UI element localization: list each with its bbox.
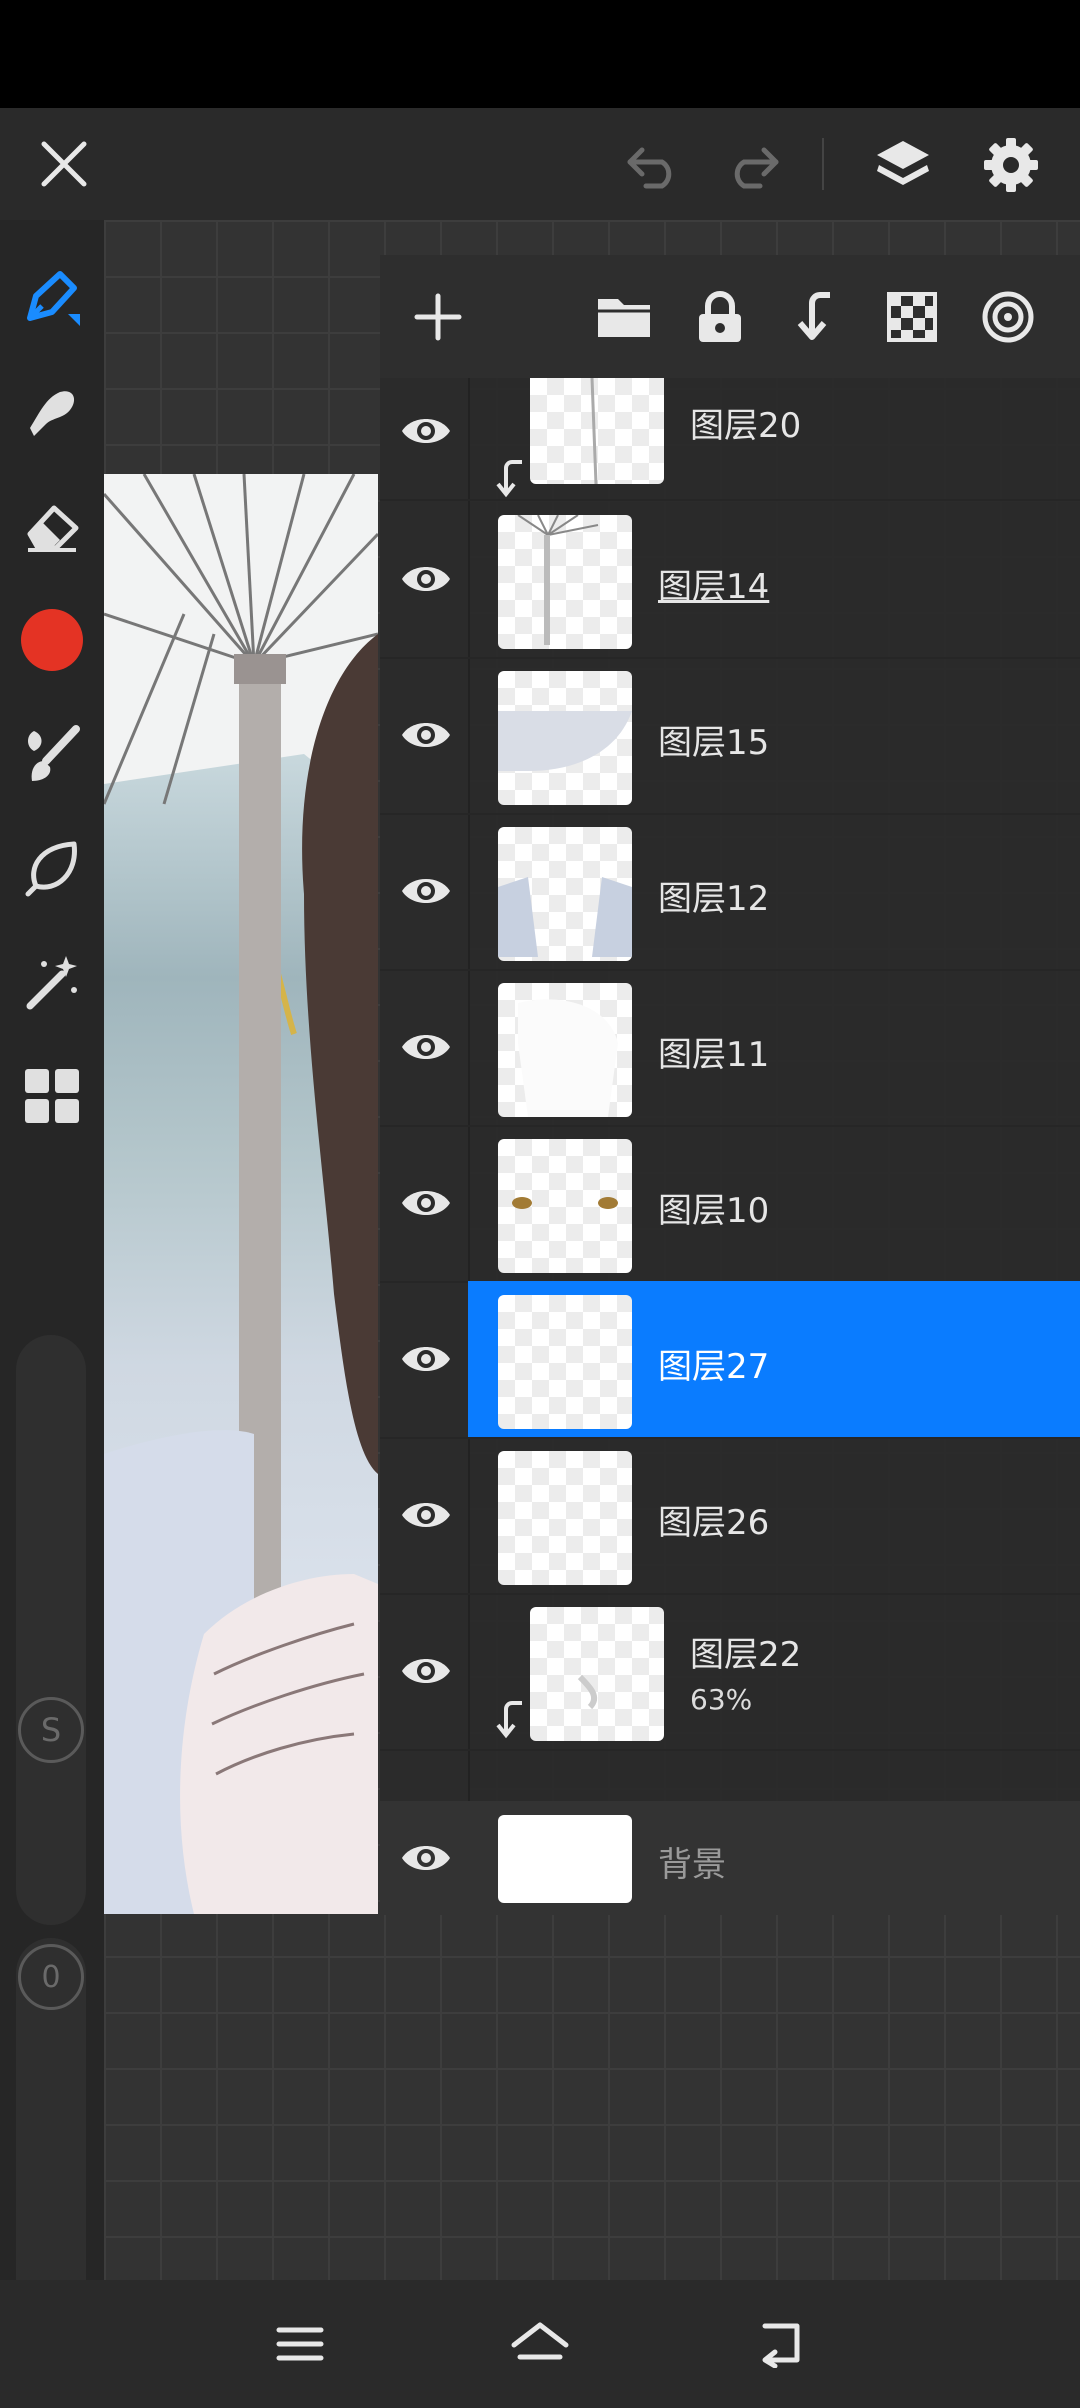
top-bar bbox=[0, 108, 1080, 220]
undo-icon[interactable] bbox=[622, 136, 686, 196]
eye-icon[interactable] bbox=[398, 1645, 454, 1697]
eye-icon[interactable] bbox=[398, 709, 454, 761]
eye-icon[interactable] bbox=[398, 865, 454, 917]
folder-icon[interactable] bbox=[592, 285, 656, 349]
layer-thumbnail bbox=[530, 1607, 664, 1741]
layer-thumbnail bbox=[530, 378, 664, 484]
layer-name: 图层12 bbox=[658, 879, 770, 919]
lock-icon[interactable] bbox=[688, 285, 752, 349]
status-bar bbox=[0, 0, 1080, 108]
system-nav-bar bbox=[0, 2280, 1080, 2408]
merge-down-icon[interactable] bbox=[784, 285, 848, 349]
add-icon[interactable] bbox=[406, 285, 470, 349]
layer-name: 图层14 bbox=[658, 567, 770, 607]
layer-row-background[interactable]: 背景 bbox=[380, 1801, 1080, 1915]
layer-panel-toolbar bbox=[380, 255, 1080, 378]
layer-name: 图层10 bbox=[658, 1191, 770, 1231]
target-icon[interactable] bbox=[976, 285, 1040, 349]
layer-name: 图层22 bbox=[690, 1635, 802, 1675]
eye-icon[interactable] bbox=[398, 1333, 454, 1385]
close-icon[interactable] bbox=[30, 130, 98, 198]
layer-name: 图层27 bbox=[658, 1347, 770, 1387]
left-toolbar: S 0 bbox=[0, 220, 104, 2358]
layer-thumbnail bbox=[498, 671, 632, 805]
redo-icon[interactable] bbox=[720, 136, 784, 196]
layers-icon[interactable] bbox=[868, 130, 938, 200]
layer-row[interactable]: 图层10 bbox=[380, 1125, 1080, 1283]
layer-row[interactable]: 图层15 bbox=[380, 657, 1080, 815]
size-slider[interactable]: S bbox=[16, 1335, 86, 1925]
layer-thumbnail bbox=[498, 983, 632, 1117]
pen-icon[interactable] bbox=[0, 248, 104, 348]
layer-name: 背景 bbox=[658, 1845, 726, 1885]
size-badge: S bbox=[18, 1697, 84, 1763]
layer-row-selected[interactable]: 图层27 bbox=[380, 1281, 1080, 1439]
layer-thumbnail bbox=[498, 1295, 632, 1429]
eye-icon[interactable] bbox=[398, 553, 454, 605]
layer-name: 图层20 bbox=[690, 406, 802, 446]
layer-row[interactable]: 图层26 bbox=[380, 1437, 1080, 1595]
layer-name: 图层11 bbox=[658, 1035, 770, 1075]
layer-row[interactable]: 图层12 bbox=[380, 813, 1080, 971]
eye-icon[interactable] bbox=[398, 405, 454, 457]
gear-icon[interactable] bbox=[976, 130, 1046, 200]
layer-row[interactable]: 图层11 bbox=[380, 969, 1080, 1127]
clipping-arrow-icon bbox=[496, 1701, 522, 1739]
transparency-icon[interactable] bbox=[880, 285, 944, 349]
layer-row[interactable]: 图层20 bbox=[380, 378, 1080, 501]
eye-icon[interactable] bbox=[398, 1177, 454, 1229]
layer-thumbnail bbox=[498, 1451, 632, 1585]
menu-icon[interactable] bbox=[260, 2304, 340, 2384]
layer-name: 图层26 bbox=[658, 1503, 770, 1543]
color-swatch[interactable] bbox=[0, 590, 104, 690]
divider bbox=[822, 138, 824, 190]
brush-icon[interactable] bbox=[0, 704, 104, 804]
layer-row[interactable]: 图层22 63% bbox=[380, 1593, 1080, 1751]
clipping-arrow-icon bbox=[496, 460, 522, 498]
opacity-badge: 0 bbox=[18, 1944, 84, 2010]
layer-panel: 图层20 图层14 图层15 图层12 图层11 图层10 图层27 图层26 … bbox=[380, 255, 1080, 1915]
magic-wand-icon[interactable] bbox=[0, 932, 104, 1032]
smudge-icon[interactable] bbox=[0, 362, 104, 462]
layer-thumbnail bbox=[498, 515, 632, 649]
drawing-canvas[interactable] bbox=[104, 474, 378, 1914]
layer-thumbnail bbox=[498, 1815, 632, 1903]
layer-opacity: 63% bbox=[690, 1683, 753, 1716]
home-icon[interactable] bbox=[500, 2304, 580, 2384]
eye-icon[interactable] bbox=[398, 1489, 454, 1541]
lasso-icon[interactable] bbox=[0, 818, 104, 918]
layer-name: 图层15 bbox=[658, 723, 770, 763]
back-icon[interactable] bbox=[740, 2304, 820, 2384]
layer-thumbnail bbox=[498, 827, 632, 961]
layer-thumbnail bbox=[498, 1139, 632, 1273]
eraser-icon[interactable] bbox=[0, 476, 104, 576]
gallery-icon[interactable] bbox=[0, 1046, 104, 1146]
eye-icon[interactable] bbox=[398, 1832, 454, 1884]
eye-icon[interactable] bbox=[398, 1021, 454, 1073]
layer-row[interactable]: 图层14 bbox=[380, 501, 1080, 659]
